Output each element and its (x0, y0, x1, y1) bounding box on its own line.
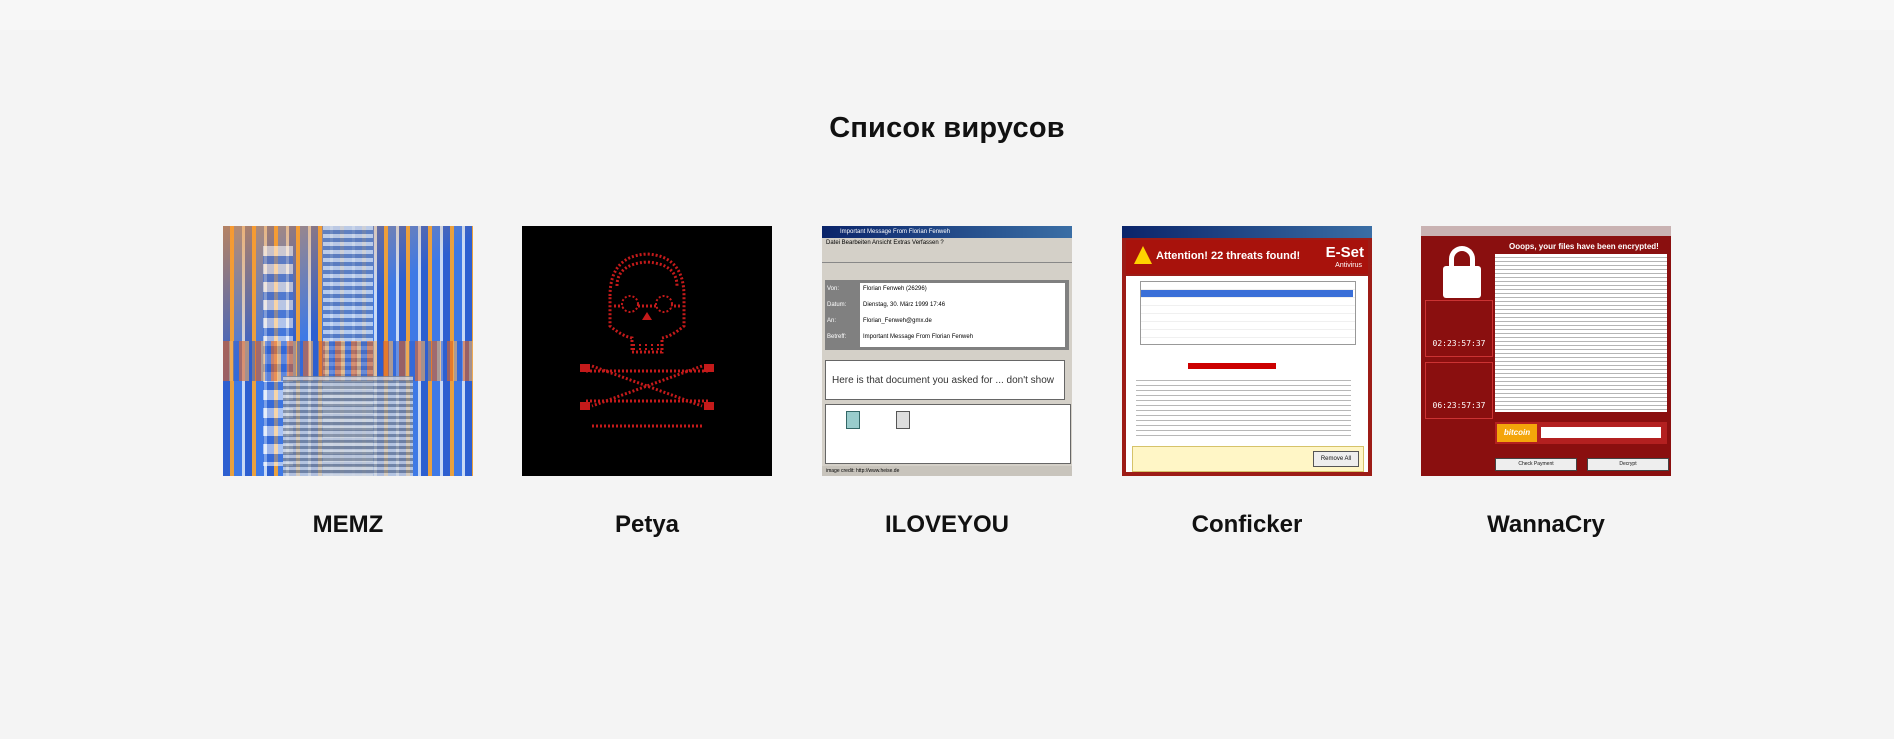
timer-value: 02:23:57:37 (1432, 339, 1486, 348)
alert-body: Remove All (1126, 276, 1368, 472)
virus-card-iloveyou[interactable]: Important Message From Florian Fenweh Da… (822, 226, 1072, 556)
timer-value: 06:23:57:37 (1432, 401, 1486, 410)
conficker-thumbnail[interactable]: Attention! 22 threats found! E-Set Antiv… (1122, 226, 1372, 476)
memz-thumbnail[interactable] (223, 226, 473, 476)
virus-card-petya[interactable]: Petya (522, 226, 772, 556)
bitcoin-address-field (1541, 427, 1661, 438)
attachment-icon (846, 411, 860, 429)
to-value: Florian_Fenweh@gmx.de (863, 318, 932, 324)
memz-glitch-band (223, 341, 473, 381)
window-titlebar (1421, 226, 1671, 236)
virus-card-memz[interactable]: MEMZ (223, 226, 473, 556)
bitcoin-panel: bitcoin (1495, 422, 1667, 444)
message-header: Von: Datum: An: Betreff: Florian Fenweh … (825, 280, 1069, 350)
lock-icon (1443, 246, 1481, 298)
top-band (0, 0, 1894, 30)
virus-name[interactable]: Petya (492, 511, 802, 539)
virus-name[interactable]: MEMZ (193, 511, 503, 539)
virus-name[interactable]: ILOVEYOU (792, 511, 1102, 539)
header-fields: Florian Fenweh (26296) Dienstag, 30. Mär… (860, 283, 1065, 347)
to-label: An: (827, 318, 837, 324)
date-label: Datum: (827, 302, 847, 308)
attachment-icon (896, 411, 910, 429)
check-payment-button: Check Payment (1495, 458, 1577, 471)
brand-name: E-Set (1325, 244, 1364, 261)
date-value: Dienstag, 30. März 1999 17:46 (863, 302, 946, 308)
threat-list (1140, 281, 1356, 345)
recommendation-box: Remove All (1132, 446, 1364, 472)
description-text (1136, 376, 1351, 436)
from-label: Von: (827, 286, 840, 292)
ransom-headline: Ooops, your files have been encrypted! (1509, 242, 1659, 251)
virus-name[interactable]: Conficker (1092, 511, 1402, 539)
window-titlebar (1122, 226, 1372, 238)
ransom-text-panel (1495, 254, 1667, 412)
subject-label: Betreff: (827, 334, 847, 340)
window-titlebar: Important Message From Florian Fenweh (822, 226, 1072, 238)
selected-row (1141, 290, 1353, 297)
from-value: Florian Fenweh (26296) (863, 286, 927, 292)
status-bar: image credit: http://www.heise.de (822, 466, 1072, 476)
wannacry-thumbnail[interactable]: Ooops, your files have been encrypted! 0… (1421, 226, 1671, 476)
countdown-timer: 06:23:57:37 (1425, 362, 1493, 419)
warning-icon (1134, 246, 1152, 264)
petya-skull-icon (580, 252, 714, 428)
brand-subtitle: Antivirus (1335, 262, 1362, 269)
alert-headline: Attention! 22 threats found! (1156, 250, 1301, 262)
remove-all-button: Remove All (1313, 451, 1359, 467)
alert-level-bar (1188, 363, 1276, 369)
countdown-timer: 02:23:57:37 (1425, 300, 1493, 357)
alert-banner: Attention! 22 threats found! E-Set Antiv… (1126, 240, 1368, 274)
toolbar (822, 248, 1072, 263)
memz-window-stack (283, 376, 413, 476)
bitcoin-logo: bitcoin (1497, 424, 1537, 442)
decrypt-button: Decrypt (1587, 458, 1669, 471)
menu-bar: Datei Bearbeiten Ansicht Extras Verfasse… (826, 240, 944, 246)
message-body: Here is that document you asked for ... … (825, 360, 1065, 426)
page-title: Список вирусов (829, 112, 1065, 144)
virus-name[interactable]: WannaCry (1391, 511, 1701, 539)
virus-gallery: MEMZ Petya Important Message From Floria… (223, 226, 1673, 556)
virus-card-wannacry[interactable]: Ooops, your files have been encrypted! 0… (1421, 226, 1671, 556)
subject-value: Important Message From Florian Fenweh (863, 334, 974, 340)
iloveyou-thumbnail[interactable]: Important Message From Florian Fenweh Da… (822, 226, 1072, 476)
petya-thumbnail[interactable] (522, 226, 772, 476)
virus-card-conficker[interactable]: Attention! 22 threats found! E-Set Antiv… (1122, 226, 1372, 556)
attachments (825, 404, 1071, 464)
